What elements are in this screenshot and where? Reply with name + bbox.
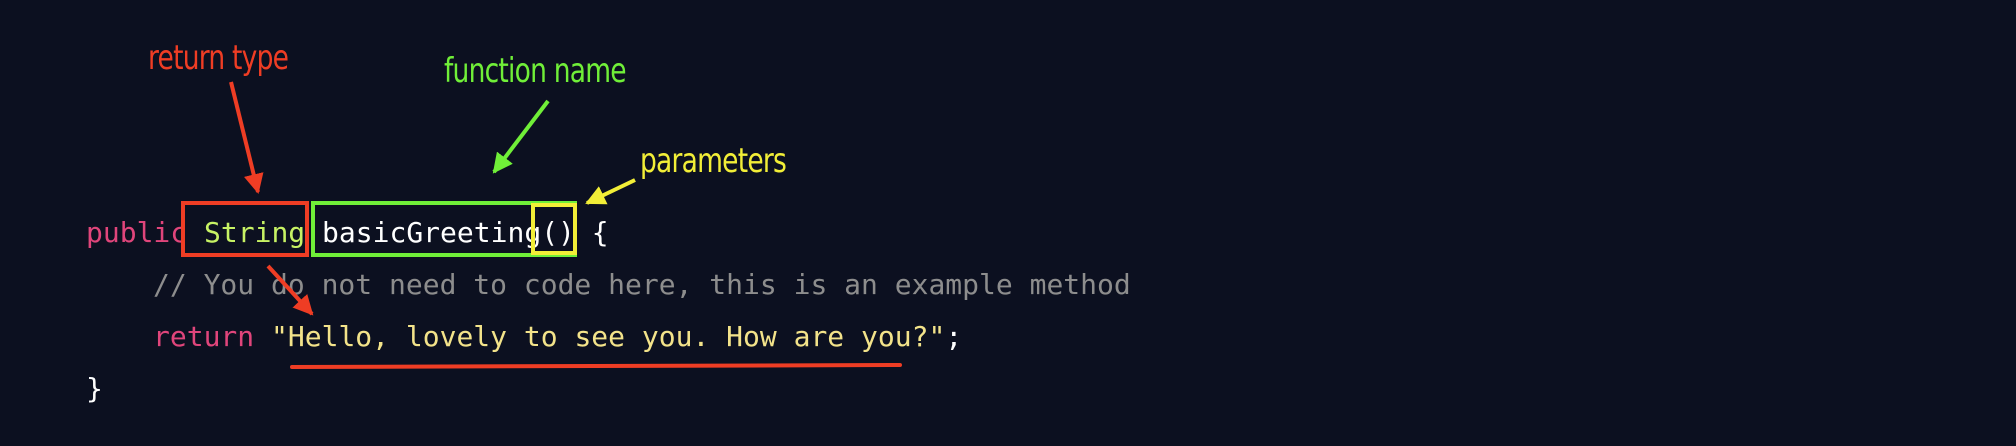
parameters-box: [531, 203, 577, 255]
code-annotation-diagram: return type function name parameters pub…: [0, 0, 2016, 446]
return-type-box: [181, 201, 309, 257]
function-name-box: [311, 201, 577, 257]
function-name-arrow: [492, 99, 550, 174]
parameters-arrow: [585, 178, 636, 205]
string-underline: [290, 363, 902, 369]
return-type-arrow: [229, 81, 264, 194]
return-value-arrow: [266, 264, 314, 316]
annotation-overlay: [181, 81, 902, 369]
